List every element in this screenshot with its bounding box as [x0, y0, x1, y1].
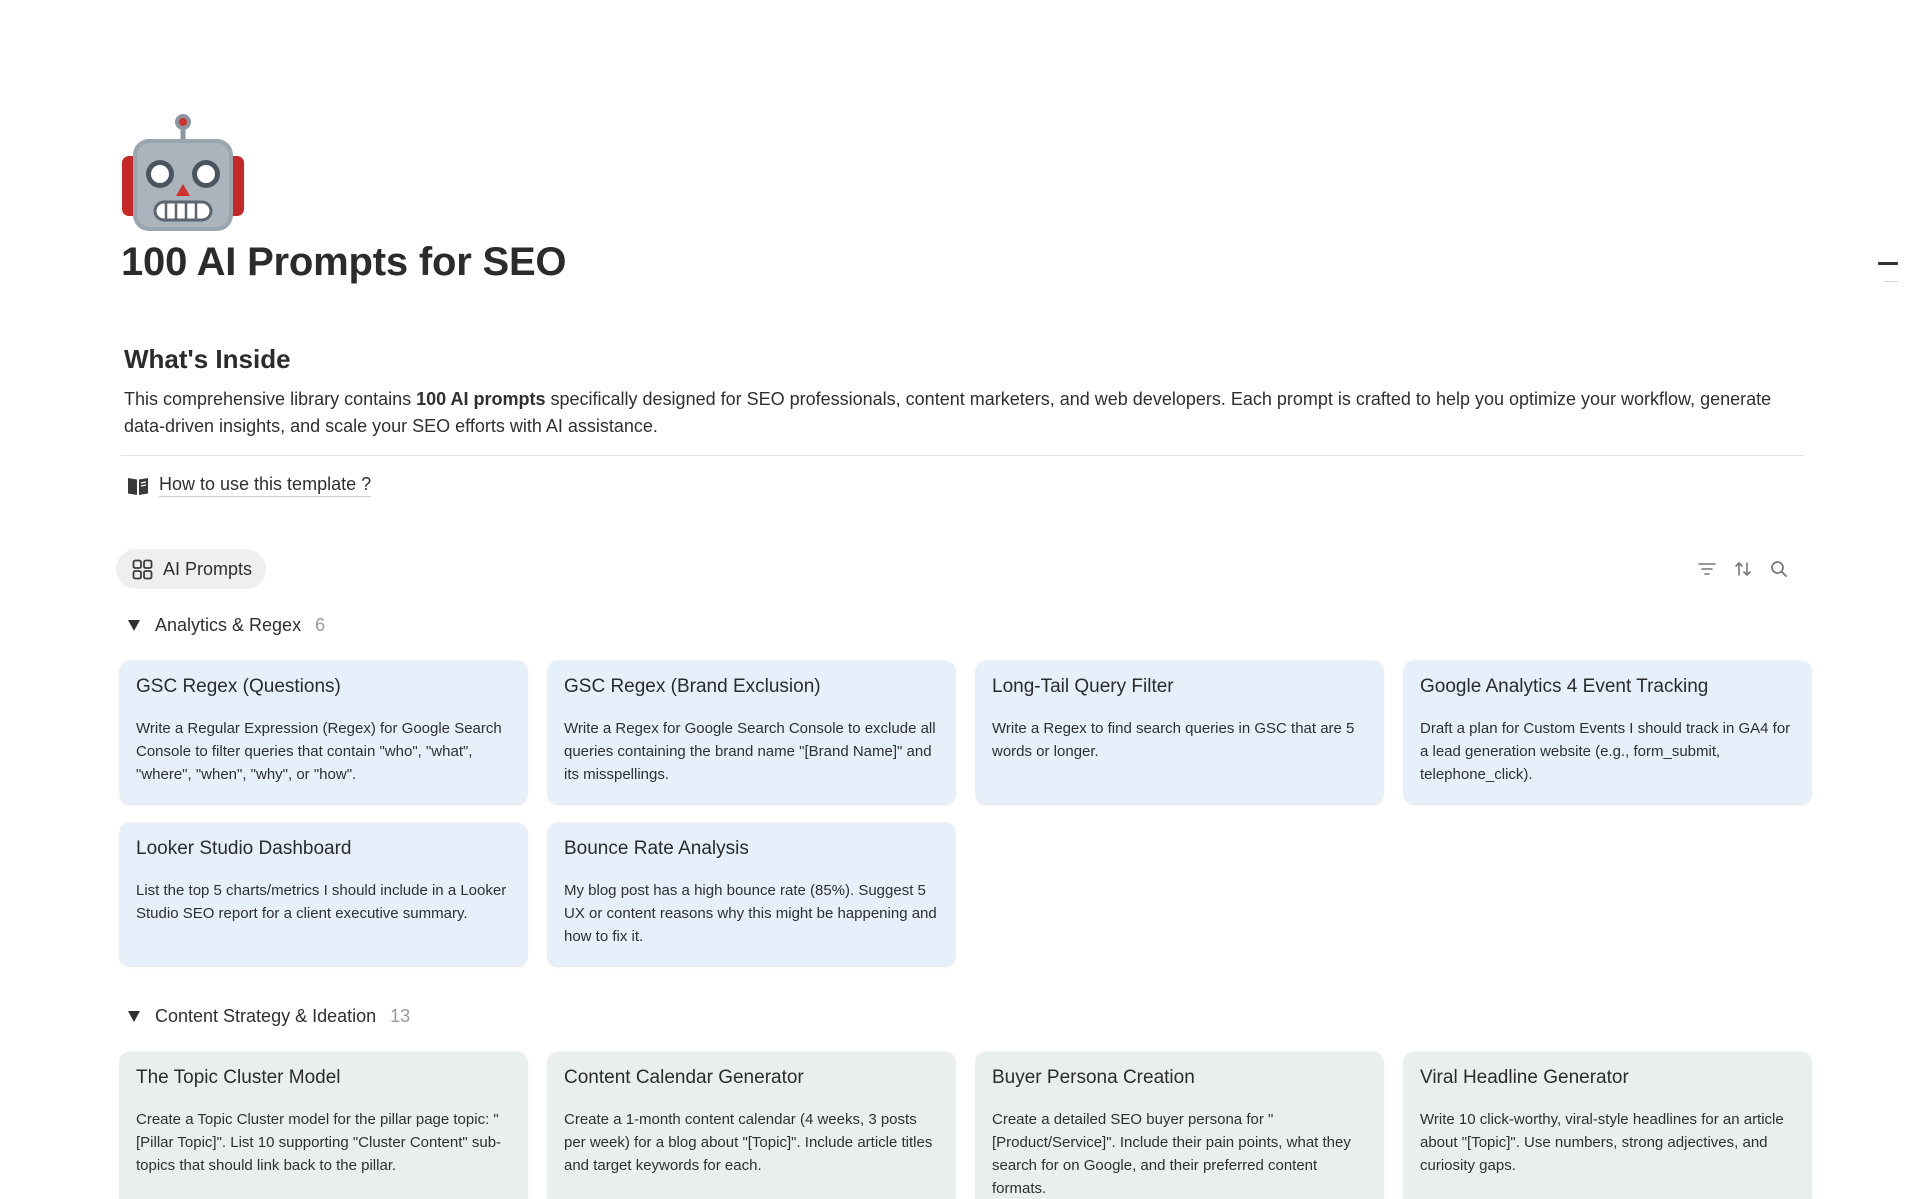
card-body: My blog post has a high bounce rate (85%…: [564, 882, 937, 945]
group-count: 13: [390, 1006, 411, 1026]
prompt-card[interactable]: Google Analytics 4 Event Tracking Draft …: [1404, 661, 1811, 804]
intro-text-bold: 100 AI prompts: [416, 389, 546, 409]
card-title: Long-Tail Query Filter: [992, 676, 1174, 697]
sort-icon: [1735, 562, 1751, 576]
group-count: 6: [315, 615, 326, 635]
card-title: GSC Regex (Questions): [136, 676, 341, 697]
filter-button[interactable]: [1697, 559, 1717, 579]
card-title: Google Analytics 4 Event Tracking: [1420, 676, 1709, 697]
view-toolbar: [1697, 559, 1789, 579]
prompt-card[interactable]: The Topic Cluster Model Create a Topic C…: [120, 1052, 527, 1199]
card-body: List the top 5 charts/metrics I should i…: [136, 882, 507, 922]
prompt-card[interactable]: Looker Studio Dashboard List the top 5 c…: [120, 823, 527, 966]
view-tab-label: AI Prompts: [163, 558, 253, 579]
prompt-card[interactable]: Viral Headline Generator Write 10 click-…: [1404, 1052, 1811, 1199]
prompt-card[interactable]: GSC Regex (Questions) Write a Regular Ex…: [120, 661, 527, 804]
card-body: Draft a plan for Custom Events I should …: [1420, 720, 1791, 783]
book-icon: [128, 477, 148, 495]
outline-marker-secondary: [1884, 281, 1898, 282]
group-name: Analytics & Regex: [155, 615, 302, 635]
card-title: Looker Studio Dashboard: [136, 838, 352, 859]
search-button[interactable]: [1769, 559, 1789, 579]
outline-marker[interactable]: [1878, 262, 1898, 265]
view-tab-ai-prompts[interactable]: AI Prompts: [116, 549, 267, 589]
group-header-analytics[interactable]: Analytics & Regex 6: [128, 615, 325, 636]
howto-link[interactable]: How to use this template ?: [126, 474, 372, 497]
prompt-card[interactable]: Content Calendar Generator Create a 1-mo…: [548, 1052, 955, 1199]
card-title: GSC Regex (Brand Exclusion): [564, 676, 821, 697]
card-title: Content Calendar Generator: [564, 1067, 804, 1088]
page: 100 AI Prompts for SEO What's Inside Thi…: [0, 0, 1920, 1199]
divider: [121, 455, 1804, 456]
gallery-grid-icon: [132, 559, 153, 579]
card-title: Viral Headline Generator: [1420, 1067, 1629, 1088]
card-body: Write a Regex to find search queries in …: [992, 720, 1355, 760]
collapse-caret-icon: [128, 620, 140, 631]
collapse-caret-icon: [128, 1011, 140, 1022]
card-title: Buyer Persona Creation: [992, 1067, 1195, 1088]
card-body: Write a Regular Expression (Regex) for G…: [136, 720, 502, 783]
intro-text-start: This comprehensive library contains: [124, 389, 417, 409]
howto-label: How to use this template ?: [159, 474, 372, 497]
page-title: 100 AI Prompts for SEO: [121, 240, 567, 284]
filter-icon: [1698, 563, 1716, 575]
card-title: The Topic Cluster Model: [136, 1067, 341, 1088]
search-icon: [1771, 561, 1787, 577]
prompt-card[interactable]: Long-Tail Query Filter Write a Regex to …: [976, 661, 1383, 804]
intro-paragraph: This comprehensive library contains 100 …: [124, 386, 1804, 440]
group-header-content-strategy[interactable]: Content Strategy & Ideation 13: [128, 1006, 410, 1027]
prompt-card[interactable]: Buyer Persona Creation Create a detailed…: [976, 1052, 1383, 1199]
prompt-card[interactable]: Bounce Rate Analysis My blog post has a …: [548, 823, 955, 966]
group-name: Content Strategy & Ideation: [155, 1006, 377, 1026]
card-body: Write a Regex for Google Search Console …: [564, 720, 936, 783]
robot-icon[interactable]: [122, 112, 248, 234]
card-body: Write 10 click-worthy, viral-style headl…: [1420, 1111, 1784, 1174]
card-body: Create a detailed SEO buyer persona for …: [992, 1111, 1351, 1197]
card-body: Create a 1-month content calendar (4 wee…: [564, 1111, 933, 1174]
sort-button[interactable]: [1733, 559, 1753, 579]
prompt-card[interactable]: GSC Regex (Brand Exclusion) Write a Rege…: [548, 661, 955, 804]
card-body: Create a Topic Cluster model for the pil…: [136, 1111, 502, 1174]
section-heading: What's Inside: [124, 344, 291, 374]
card-title: Bounce Rate Analysis: [564, 838, 749, 859]
